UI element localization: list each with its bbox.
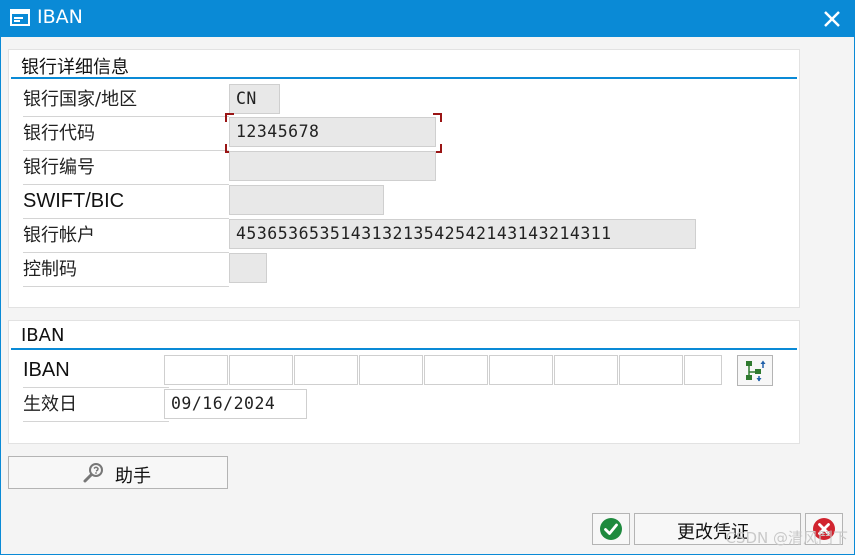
help-button[interactable]: 助手 xyxy=(8,456,228,489)
iban-segment-field[interactable] xyxy=(294,355,358,385)
section-divider xyxy=(11,348,797,350)
close-icon[interactable] xyxy=(819,6,845,32)
iban-segment-field[interactable] xyxy=(229,355,293,385)
iban-segment-field[interactable] xyxy=(619,355,683,385)
bank-account-field[interactable]: 453653653514313213542542143143214311 xyxy=(229,219,696,249)
control-key-label: 控制码 xyxy=(23,253,229,287)
bank-country-field[interactable]: CN xyxy=(229,84,280,114)
swift-bic-field[interactable] xyxy=(229,185,384,215)
focus-corner xyxy=(433,113,442,122)
bank-code-field[interactable]: 12345678 xyxy=(229,117,436,147)
iban-segment-field[interactable] xyxy=(684,355,722,385)
bank-code-label: 银行代码 xyxy=(23,117,229,151)
bank-number-label: 银行编号 xyxy=(23,151,229,185)
iban-segment-field[interactable] xyxy=(489,355,553,385)
iban-section-title: IBAN xyxy=(21,325,65,346)
swift-bic-label: SWIFT/BIC xyxy=(23,185,229,219)
dialog-content: 银行详细信息 银行国家/地区 CN 银行代码 12345678 银行编号 SWI… xyxy=(0,37,855,555)
title-bar: IBAN xyxy=(0,0,855,37)
section-divider xyxy=(11,77,797,79)
confirm-button[interactable] xyxy=(592,513,630,545)
iban-generate-button[interactable] xyxy=(737,355,773,386)
bank-details-title: 银行详细信息 xyxy=(21,57,129,78)
bank-account-label: 银行帐户 xyxy=(23,219,229,253)
valid-from-field[interactable]: 09/16/2024 xyxy=(164,389,307,419)
iban-group: IBAN IBAN 生效日 09/16/2024 xyxy=(8,320,800,444)
control-key-field[interactable] xyxy=(229,253,267,283)
checkmark-icon xyxy=(600,518,622,540)
bank-country-label: 银行国家/地区 xyxy=(23,83,229,117)
hierarchy-arrows-icon xyxy=(746,360,766,382)
window-title: IBAN xyxy=(37,6,83,28)
help-icon xyxy=(83,463,103,483)
iban-segment-field[interactable] xyxy=(164,355,228,385)
help-button-label: 助手 xyxy=(115,466,151,487)
window-icon xyxy=(10,9,30,26)
bank-number-field[interactable] xyxy=(229,151,436,181)
bank-details-group: 银行详细信息 银行国家/地区 CN 银行代码 12345678 银行编号 SWI… xyxy=(8,49,800,308)
focus-corner xyxy=(225,113,234,122)
iban-segment-field[interactable] xyxy=(424,355,488,385)
watermark: CSDN @清风鬥下 xyxy=(725,529,848,547)
valid-from-label: 生效日 xyxy=(23,388,169,422)
iban-label: IBAN xyxy=(23,354,169,388)
iban-segment-field[interactable] xyxy=(554,355,618,385)
iban-segment-field[interactable] xyxy=(359,355,423,385)
